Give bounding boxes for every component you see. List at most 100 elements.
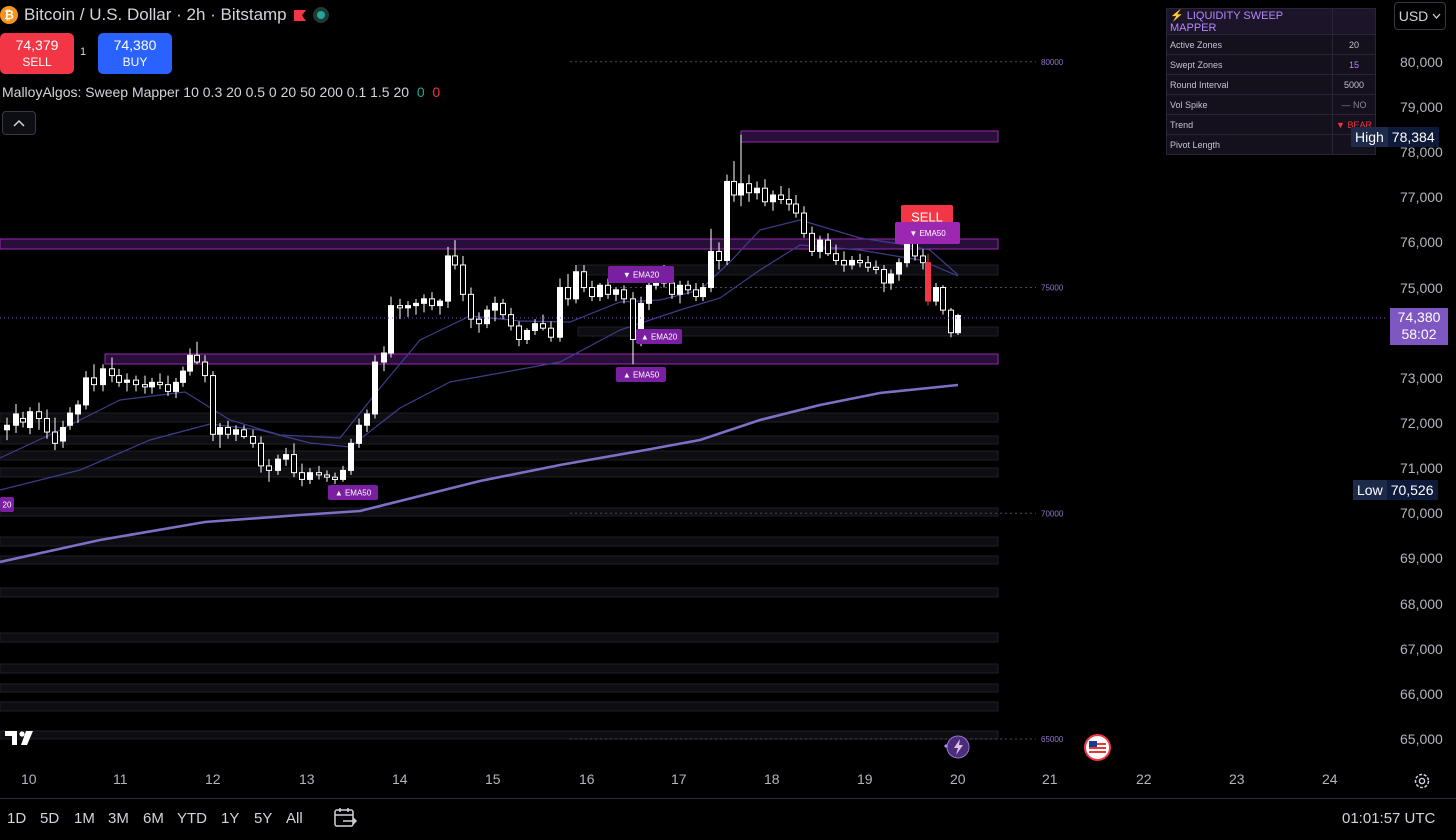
swept-liquidity-zone: [0, 663, 999, 674]
candle-body: [597, 284, 603, 298]
price-axis-label: 65,000: [1400, 731, 1443, 748]
flag-icon[interactable]: [293, 9, 307, 22]
indicator-legend[interactable]: MalloyAlgos: Sweep Mapper 10 0.3 20 0.5 …: [2, 84, 440, 100]
date-range-calendar-icon[interactable]: [333, 806, 359, 830]
candle-body: [316, 472, 322, 476]
range-button-1y[interactable]: 1Y: [221, 810, 239, 827]
candle-body: [291, 454, 297, 474]
currency-label: USD: [1398, 8, 1429, 24]
candle-body: [809, 232, 815, 252]
ema50-cross-down-marker[interactable]: ▼ EMA50: [895, 222, 960, 244]
candle-body: [693, 289, 699, 298]
candle-body: [332, 476, 338, 480]
left-edge-marker[interactable]: 20: [0, 497, 14, 512]
range-button-all[interactable]: All: [286, 810, 303, 827]
active-liquidity-zone: [740, 130, 999, 143]
utc-clock[interactable]: 01:01:57 UTC: [1342, 810, 1435, 827]
candle-body: [621, 289, 627, 300]
ema50-cross-up-marker[interactable]: ▲ EMA50: [616, 367, 666, 382]
candle-body: [52, 431, 58, 444]
low-value: 70,526: [1386, 480, 1438, 500]
candlesticks: [4, 134, 961, 487]
candle-body: [817, 239, 823, 252]
candle-body: [283, 454, 289, 460]
price-axis-label: 68,000: [1400, 595, 1443, 612]
candle-body: [91, 377, 97, 386]
chart-settings-gear-icon[interactable]: [1412, 771, 1432, 791]
buy-price: 74,380: [113, 36, 157, 53]
candle-body: [476, 318, 482, 325]
candle-body: [532, 323, 538, 331]
currency-selector[interactable]: USD: [1394, 2, 1446, 30]
round-level-label: 65000: [1041, 735, 1064, 744]
order-quantity[interactable]: 1: [80, 46, 86, 58]
candle-body: [324, 474, 330, 478]
range-button-5y[interactable]: 5Y: [254, 810, 272, 827]
price-axis-label: 66,000: [1400, 685, 1443, 702]
candle-body: [452, 255, 458, 266]
market-open-status-icon[interactable]: [312, 7, 329, 23]
range-button-1m[interactable]: 1M: [74, 810, 95, 827]
lightning-icon[interactable]: [940, 734, 970, 760]
range-button-6m[interactable]: 6M: [143, 810, 164, 827]
economic-event-us-flag-icon[interactable]: [1084, 734, 1111, 761]
candle-body: [307, 472, 313, 480]
candle-body: [581, 271, 587, 289]
price-axis-label: 80,000: [1400, 53, 1443, 70]
candle-body: [589, 287, 595, 298]
symbol-header[interactable]: ₿ Bitcoin / U.S. Dollar · 2h · Bitstamp: [0, 3, 329, 27]
price-axis-label: 79,000: [1400, 98, 1443, 115]
candle-body: [210, 375, 216, 435]
candle-body: [925, 262, 931, 302]
last-price-tag: 74,380 58:02: [1390, 308, 1448, 345]
sell-label: SELL: [22, 54, 52, 69]
candle-body: [266, 465, 272, 471]
range-button-1d[interactable]: 1D: [7, 810, 26, 827]
range-button-3m[interactable]: 3M: [108, 810, 129, 827]
candle-body: [933, 287, 939, 302]
left-edge-marker-text: 20: [3, 500, 12, 509]
candle-body: [778, 194, 784, 201]
candle-body: [44, 417, 50, 433]
price-axis-label: 77,000: [1400, 189, 1443, 206]
candle-body: [833, 253, 839, 261]
candle-body: [492, 302, 498, 311]
range-button-5d[interactable]: 5D: [40, 810, 59, 827]
candle-body: [873, 266, 879, 270]
candle-body: [573, 271, 579, 300]
range-button-ytd[interactable]: YTD: [177, 810, 207, 827]
time-axis-label: 18: [764, 771, 780, 787]
swept-liquidity-zone: [0, 587, 999, 598]
time-axis-label: 14: [392, 771, 408, 787]
time-axis-label: 19: [857, 771, 873, 787]
candle-body: [217, 427, 223, 435]
swept-liquidity-zone: [0, 701, 999, 712]
active-liquidity-zone: [0, 238, 999, 250]
time-axis-label: 12: [205, 771, 221, 787]
buy-button[interactable]: 74,380 BUY: [98, 33, 172, 74]
candle-body: [468, 293, 474, 320]
candle-body: [793, 203, 799, 214]
low-price-tag: Low 70,526: [1353, 480, 1438, 500]
time-axis-label: 22: [1136, 771, 1152, 787]
candle-body: [36, 411, 42, 419]
candle-body: [202, 361, 208, 377]
tradingview-logo-icon[interactable]: [3, 728, 43, 748]
candle-body: [241, 429, 247, 438]
info-row-active-zones: Active Zones 20: [1166, 34, 1376, 55]
ema50-cross-up-marker[interactable]: ▲ EMA50: [328, 485, 378, 500]
candle-body: [754, 187, 760, 194]
ema20-cross-up-marker[interactable]: ▲ EMA20: [636, 329, 682, 344]
ema20-cross-down-marker[interactable]: ▼ EMA20: [608, 266, 674, 283]
candle-body: [605, 284, 611, 295]
collapse-legend-button[interactable]: [2, 111, 36, 135]
price-axis-label: 70,000: [1400, 505, 1443, 522]
time-axis-label: 13: [299, 771, 315, 787]
candle-body: [437, 300, 443, 307]
swept-liquidity-zone: [0, 555, 999, 565]
round-level-label: 75000: [1041, 284, 1064, 293]
time-axis-label: 10: [21, 771, 37, 787]
sell-button[interactable]: 74,379 SELL: [0, 33, 74, 74]
candle-body: [4, 424, 10, 431]
symbol-title[interactable]: Bitcoin / U.S. Dollar · 2h · Bitstamp: [24, 5, 287, 25]
